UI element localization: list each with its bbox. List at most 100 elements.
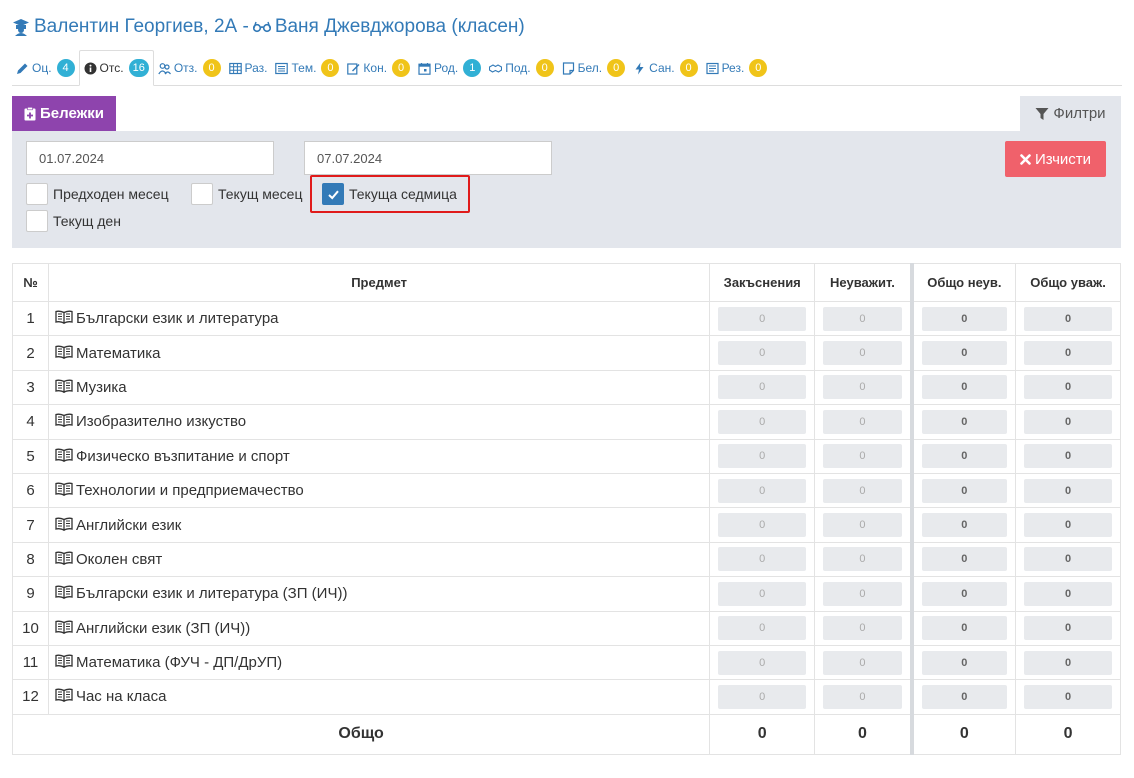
filter-panel: 01.07.2024 07.07.2024 Изчисти Предходен … <box>12 131 1121 248</box>
pencil-icon <box>16 62 29 75</box>
tab-5[interactable]: Тем. 0 <box>271 51 343 85</box>
col-total-excused: Общо уваж. <box>1015 263 1121 302</box>
date-from-input[interactable]: 01.07.2024 <box>26 141 274 175</box>
row-number: 5 <box>12 438 49 474</box>
clear-button-label: Изчисти <box>1034 150 1092 168</box>
tab-11[interactable]: Рез. 0 <box>702 51 772 85</box>
late-cell: 0 <box>709 472 816 509</box>
total-unexcused-value: 0 <box>921 650 1008 675</box>
row-number: 12 <box>12 679 49 715</box>
tab-8[interactable]: Под. 0 <box>485 51 557 85</box>
unexcused-cell: 0 <box>814 472 913 509</box>
book-icon <box>55 379 73 394</box>
newspaper-icon <box>705 62 719 75</box>
unexcused-cell: 0 <box>814 576 913 612</box>
total-excused-cell: 0 <box>1015 541 1121 578</box>
student-name[interactable]: Валентин Георгиев, 2А - <box>34 16 249 38</box>
highlight-frame <box>310 175 470 213</box>
unexcused-cell: 0 <box>814 300 913 337</box>
tab-6[interactable]: Кон. 0 <box>343 51 414 85</box>
row-number: 4 <box>12 404 49 440</box>
tab-badge: 0 <box>607 59 626 77</box>
info-circle-icon <box>84 62 97 75</box>
total-total-excused: 0 <box>1015 713 1121 755</box>
total-excused-cell: 0 <box>1015 369 1121 406</box>
book-icon <box>55 654 73 669</box>
tab-4[interactable]: Раз. <box>225 51 272 85</box>
note-icon <box>562 61 575 75</box>
current-day-checkbox[interactable]: Текущ ден <box>26 210 121 232</box>
total-label: Общо <box>11 713 711 755</box>
unexcused-value: 0 <box>823 581 902 606</box>
handshake-icon <box>489 62 503 75</box>
late-value: 0 <box>718 581 807 606</box>
tab-badge: 0 <box>749 59 768 77</box>
subject-name: Английски език <box>75 516 182 534</box>
subject-cell: Английски език (ЗП (ИЧ)) <box>47 610 711 646</box>
tab-1[interactable]: Оц. 4 <box>12 51 79 85</box>
page-title: Валентин Георгиев, 2А - Ваня Джевджорова… <box>12 14 525 40</box>
tab-label: Отс. <box>99 61 124 75</box>
subject-name: Български език и литература (ЗП (ИЧ)) <box>75 585 348 603</box>
graduate-icon <box>13 19 29 36</box>
subject-cell: Математика (ФУЧ - ДП/ДрУП) <box>47 644 711 681</box>
filters-tab[interactable]: Филтри <box>1020 96 1121 131</box>
current-month-checkbox[interactable]: Текущ месец <box>191 183 302 205</box>
table-row: 2 Математика 0 0 0 0 <box>12 335 1121 371</box>
total-excused-cell: 0 <box>1015 300 1121 337</box>
tab-10[interactable]: Сан. 0 <box>629 51 701 85</box>
total-unexcused-value: 0 <box>921 306 1008 331</box>
subject-name: Час на класа <box>75 688 167 706</box>
subject-name: Музика <box>75 378 127 396</box>
total-excused-value: 0 <box>1024 547 1112 572</box>
table-header-row: № Предмет Закъснения Неуважит. Общо неув… <box>12 263 1121 302</box>
total-excused-cell: 0 <box>1015 335 1121 371</box>
book-icon <box>55 620 73 634</box>
total-unexcused-cell: 0 <box>909 369 1017 406</box>
unexcused-value: 0 <box>823 650 902 675</box>
tab-label: Сан. <box>649 61 675 75</box>
notes-button[interactable]: Бележки <box>12 96 116 131</box>
tab-bar: Оц. 4 Отс. 16 Отз. 0 Раз. Тем. 0 Кон. 0 Род. 1 Под. 0 Б… <box>12 50 1122 86</box>
unexcused-cell: 0 <box>814 369 913 406</box>
date-to-input[interactable]: 07.07.2024 <box>304 141 552 175</box>
total-row: Общо 0 0 0 0 <box>11 713 1121 755</box>
checkbox-box[interactable] <box>26 183 48 205</box>
table-row: 11 Математика (ФУЧ - ДП/ДрУП) 0 0 0 0 <box>12 644 1121 681</box>
late-value: 0 <box>718 341 807 366</box>
book-icon <box>55 482 73 497</box>
total-excused-value: 0 <box>1024 375 1112 400</box>
unexcused-value: 0 <box>823 547 902 572</box>
table-row: 6 Технологии и предприемачество 0 0 0 0 <box>12 472 1121 509</box>
unexcused-value: 0 <box>823 306 902 331</box>
book-icon <box>55 688 73 703</box>
subject-cell: Английски език <box>47 507 711 543</box>
subject-name: Технологии и предприемачество <box>75 482 304 500</box>
late-cell: 0 <box>709 576 816 612</box>
late-value: 0 <box>718 444 807 469</box>
total-total-unexcused: 0 <box>909 713 1017 755</box>
tab-9[interactable]: Бел. 0 <box>558 51 630 85</box>
checkbox-box[interactable] <box>191 183 213 205</box>
tab-badge: 16 <box>128 59 149 77</box>
tab-3[interactable]: Отз. 0 <box>154 51 225 85</box>
total-excused-value: 0 <box>1024 616 1112 641</box>
late-value: 0 <box>718 650 807 675</box>
row-number: 10 <box>12 610 49 646</box>
total-unexcused-cell: 0 <box>909 335 1017 371</box>
total-unexcused-cell: 0 <box>909 644 1017 681</box>
tab-label: Бел. <box>577 61 603 75</box>
clipboard-plus-icon <box>24 106 36 120</box>
tab-2[interactable]: Отс. 16 <box>78 50 154 86</box>
clear-button[interactable]: Изчисти <box>1005 141 1106 177</box>
checkbox-box[interactable] <box>26 210 48 232</box>
late-value: 0 <box>718 478 807 503</box>
teacher-name[interactable]: Ваня Джевджорова (класен) <box>275 16 525 38</box>
col-number: № <box>12 263 49 302</box>
prev-month-checkbox[interactable]: Предходен месец <box>26 183 169 205</box>
total-excused-value: 0 <box>1024 409 1112 434</box>
total-excused-cell: 0 <box>1015 644 1121 681</box>
total-unexcused-value: 0 <box>921 478 1008 503</box>
late-value: 0 <box>718 616 807 641</box>
tab-7[interactable]: Род. 1 <box>414 51 485 85</box>
